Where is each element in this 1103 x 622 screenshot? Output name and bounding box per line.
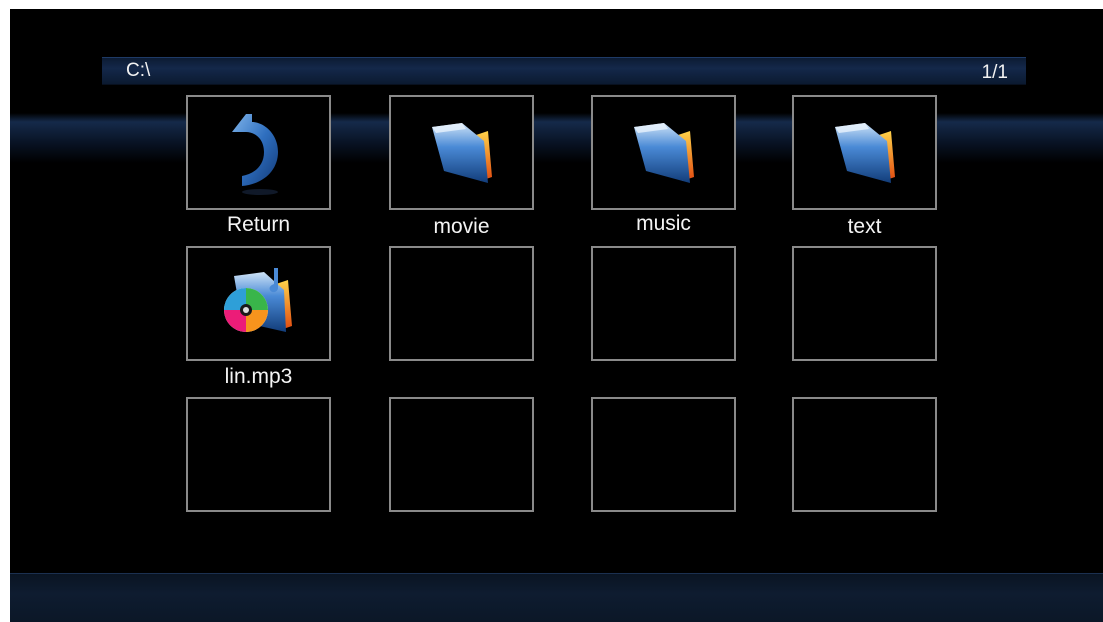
tile-return[interactable] (186, 95, 331, 210)
music-file-icon (188, 248, 329, 359)
tile-label: lin.mp3 (224, 365, 293, 388)
folder-icon (794, 97, 935, 208)
tile-empty (389, 397, 534, 512)
tile-label: music (636, 212, 691, 235)
tile-empty (389, 246, 534, 361)
tile-folder-text[interactable] (792, 95, 937, 210)
path-bar: C:\ 1/1 (102, 57, 1026, 85)
tile-empty (591, 397, 736, 512)
tile-empty (591, 246, 736, 361)
tile-folder-music[interactable] (591, 95, 736, 210)
page-indicator: 1/1 (981, 62, 1008, 83)
tile-label: Return (226, 213, 291, 236)
tile-label: text (847, 215, 882, 238)
tile-file-lin-mp3[interactable] (186, 246, 331, 361)
tile-empty (792, 246, 937, 361)
bottom-status-bar (10, 573, 1103, 622)
tile-label: movie (433, 215, 490, 238)
highlight-band (10, 113, 1103, 163)
tile-empty (792, 397, 937, 512)
folder-icon (391, 97, 532, 208)
return-arrow-icon (188, 97, 329, 208)
media-browser-screen: C:\ 1/1 Return movie music text lin.mp3 (10, 9, 1103, 622)
current-path: C:\ (126, 60, 151, 81)
folder-icon (593, 97, 734, 208)
tile-empty (186, 397, 331, 512)
tile-folder-movie[interactable] (389, 95, 534, 210)
